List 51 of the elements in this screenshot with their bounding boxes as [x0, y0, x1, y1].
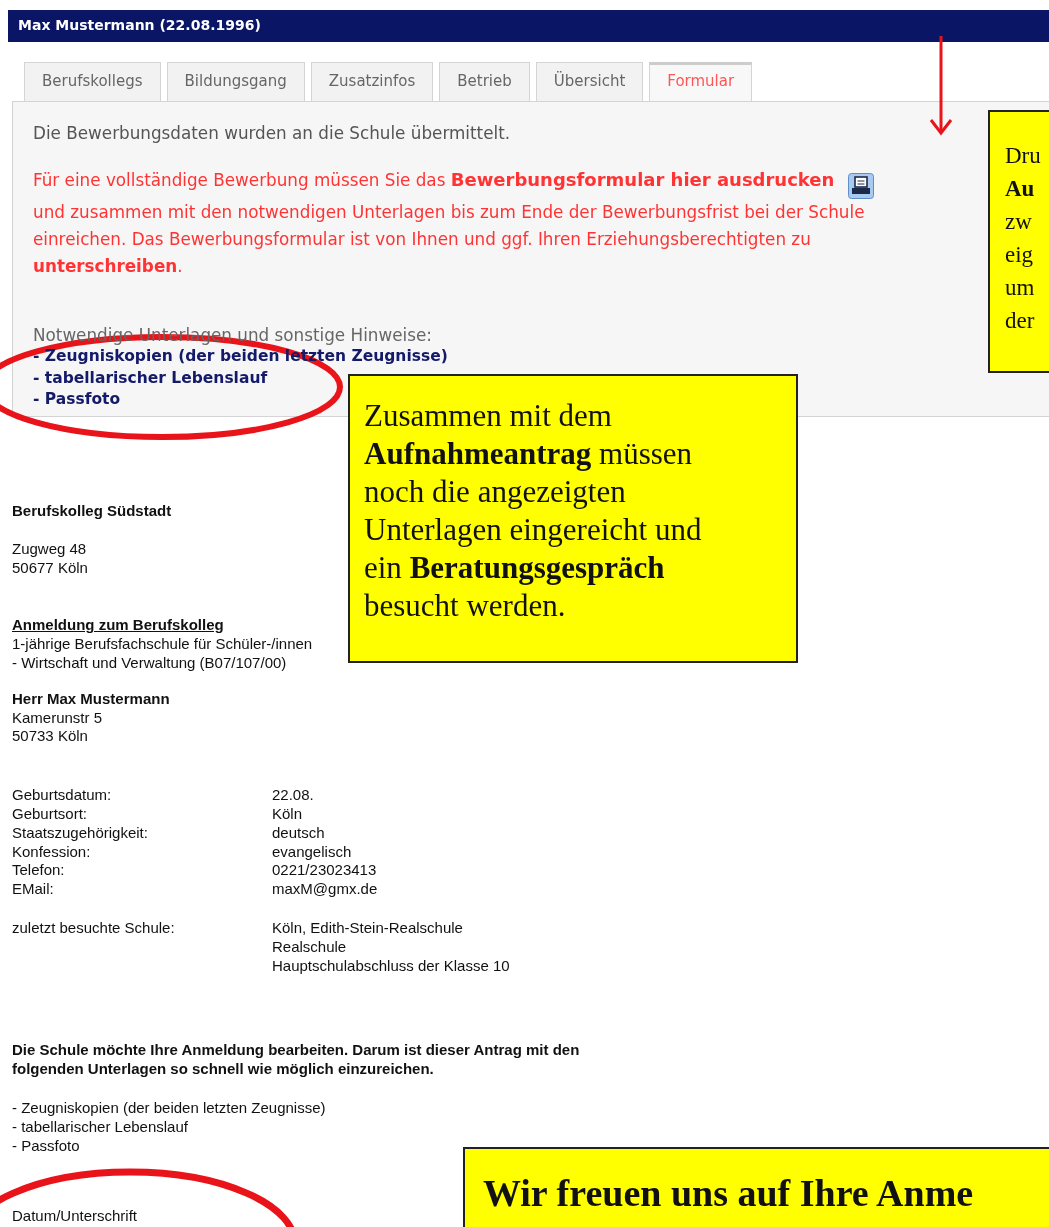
field-value: evangelisch: [272, 842, 353, 862]
field-label: EMail:: [12, 880, 55, 899]
field-value: 0221/23023413: [272, 861, 378, 881]
tab[interactable]: Berufskollegs: [24, 62, 161, 101]
field-label: Konfession:: [12, 842, 92, 862]
signature-label: Datum/Unterschrift: [12, 1207, 138, 1227]
field-value: Hauptschulabschluss der Klasse 10: [272, 956, 511, 976]
callout-text: um: [1005, 274, 1036, 302]
document-item: - Passfoto: [33, 389, 121, 410]
address-line: 50733 Köln: [12, 727, 88, 747]
address-line: 50677 Köln: [12, 558, 88, 578]
tab[interactable]: Formular: [649, 62, 753, 101]
field-value: Köln: [272, 804, 304, 824]
field-label: zuletzt besuchte Schule:: [12, 918, 176, 938]
field-value: 22.08.: [272, 786, 315, 805]
notice-text: Für eine vollständige Bewerbung müssen Sie das Bewerbungsformular hier ausdrucken und zusammen mit den notwendigen Unterlagen bis zum Ende der Bewerbungsfrist bei der Schule einreichen. Das Bewerbungsformular ist von Ihnen und ggf. Ihren Erziehungsberechtigten zu unterschreiben.: [33, 166, 875, 280]
document-item: - Passfoto: [12, 1136, 80, 1156]
callout-text: Au: [1005, 175, 1036, 203]
callout-text: Zusammen mit dem Aufnahmeantrag müssen noch die angezeigten Unterlagen eingereicht und ein Beratungsgespräch besucht werden.: [364, 397, 703, 625]
address-line: Zugweg 48: [12, 539, 87, 559]
form-title: Anmeldung zum Berufskolleg: [12, 616, 224, 636]
field-label: Geburtsort:: [12, 804, 89, 824]
applicant-name: Herr Max Mustermann: [12, 689, 170, 709]
field-label: Staatszugehörigkeit:: [12, 823, 149, 843]
program-line: - Wirtschaft und Verwaltung (B07/107/00): [12, 654, 287, 673]
callout-text: Dru: [1005, 142, 1042, 170]
field-label: Telefon:: [12, 861, 66, 881]
tab[interactable]: Zusatzinfos: [310, 62, 434, 101]
callout-text: zw: [1005, 208, 1033, 236]
callout-text: Wir freuen uns auf Ihre Anme: [483, 1171, 975, 1216]
document-item: - tabellarischer Lebenslauf: [33, 367, 268, 389]
field-label: Geburtsdatum:: [12, 786, 113, 805]
page-header: Max Mustermann (22.08.1996): [8, 10, 1049, 42]
field-value: deutsch: [272, 823, 326, 843]
school-name: Berufskolleg Südstadt: [12, 502, 172, 521]
note-text: Die Schule möchte Ihre Anmeldung bearbeiten. Darum ist dieser Antrag mit den folgenden Unterlagen so schnell wie möglich einzureichen.: [12, 1041, 581, 1079]
callout-text: der: [1005, 307, 1036, 335]
status-message: Die Bewerbungsdaten wurden an die Schule übermittelt.: [33, 122, 511, 144]
tab[interactable]: Übersicht: [535, 62, 644, 101]
address-line: Kamerunstr 5: [12, 708, 103, 728]
printer-icon[interactable]: [848, 172, 875, 199]
callout-text: eig: [1005, 241, 1035, 269]
field-value: maxM@gmx.de: [272, 880, 379, 899]
document-item: - Zeugniskopien (der beiden letzten Zeugnisse): [12, 1098, 326, 1118]
field-value: Realschule: [272, 937, 348, 957]
print-form-link[interactable]: Bewerbungsformular hier ausdrucken: [450, 169, 835, 190]
field-value: Köln, Edith-Stein-Realschule: [272, 918, 464, 938]
document-item: - tabellarischer Lebenslauf: [12, 1117, 188, 1137]
tab[interactable]: Bildungsgang: [166, 62, 305, 101]
program-line: 1-jährige Berufsfachschule für Schüler-/innen: [12, 635, 313, 654]
tab[interactable]: Betrieb: [439, 62, 530, 101]
